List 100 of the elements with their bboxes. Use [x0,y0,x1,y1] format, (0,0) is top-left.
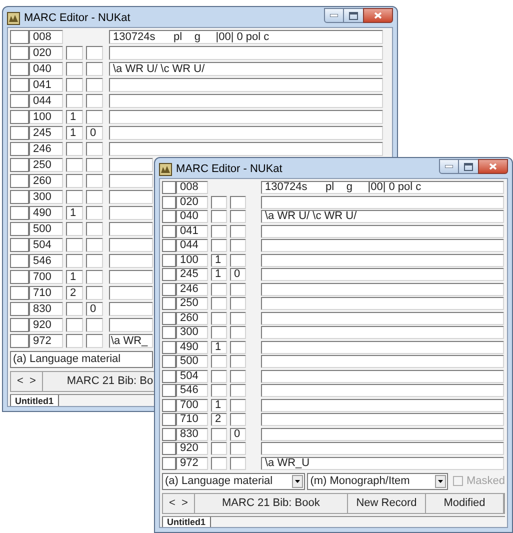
record-type-dropdown[interactable]: (m) Monograph/Item [307,472,448,490]
data-field[interactable] [261,239,504,252]
indicator-field[interactable] [230,370,246,382]
tag-field[interactable]: 041 [176,224,208,238]
indicator-field[interactable] [230,224,246,238]
data-field[interactable] [109,158,153,172]
tag-field[interactable]: 504 [176,370,208,382]
row-marker[interactable] [162,224,176,238]
row-marker[interactable] [162,297,176,310]
indicator-field[interactable] [230,312,246,324]
indicator-field[interactable] [86,174,103,188]
data-field[interactable] [261,297,504,310]
row-marker[interactable] [162,181,176,194]
tag-field[interactable]: 546 [176,384,208,397]
indicator-field[interactable]: 1 [211,254,227,266]
indicator-field[interactable] [211,224,227,238]
indicator-field[interactable] [211,210,227,223]
data-field[interactable] [261,196,504,208]
row-marker[interactable] [10,126,29,140]
row-marker[interactable] [10,238,29,252]
tag-field[interactable]: 100 [29,110,63,124]
indicator-field[interactable] [86,158,103,172]
tag-field[interactable]: 300 [29,190,63,204]
indicator-field[interactable] [211,196,227,208]
data-field[interactable] [261,355,504,368]
indicator-field[interactable] [230,210,246,223]
data-field[interactable]: \a WR_ [109,334,153,348]
document-tab[interactable]: Untitled1 [10,395,59,406]
indicator-field[interactable] [86,46,103,60]
row-marker[interactable] [162,355,176,368]
data-field[interactable] [109,190,153,204]
indicator-field[interactable] [211,456,227,470]
tag-field[interactable]: 260 [176,312,208,324]
tag-field[interactable]: 044 [176,239,208,252]
row-marker[interactable] [10,30,29,44]
row-marker[interactable] [162,210,176,223]
indicator-field[interactable] [66,222,83,236]
row-marker[interactable] [162,254,176,266]
row-marker[interactable] [162,312,176,324]
indicator-field[interactable] [230,326,246,339]
indicator-field[interactable]: 0 [230,428,246,440]
data-field[interactable] [261,384,504,397]
row-marker[interactable] [162,370,176,382]
indicator-field[interactable] [66,62,83,76]
indicator-field[interactable] [66,254,83,268]
indicator-field[interactable] [66,302,83,316]
tag-field[interactable]: 500 [176,355,208,368]
maximize-button[interactable] [459,159,478,174]
data-field[interactable]: \a WR U/ \c WR U/ [261,210,504,223]
row-marker[interactable] [10,174,29,188]
indicator-field[interactable] [86,62,103,76]
close-button[interactable] [478,159,508,174]
indicator-field[interactable]: 1 [66,206,83,220]
indicator-field[interactable] [211,370,227,382]
indicator-field[interactable] [86,254,103,268]
tag-field[interactable]: 008 [176,181,208,194]
indicator-field[interactable] [230,196,246,208]
indicator-field[interactable]: 0 [230,268,246,281]
indicator-field[interactable] [86,318,103,332]
indicator-field[interactable] [211,297,227,310]
row-marker[interactable] [10,110,29,124]
indicator-field[interactable] [86,190,103,204]
tag-field[interactable]: 546 [29,254,63,268]
data-field[interactable] [109,302,153,316]
data-field[interactable]: \a WR_U [261,456,504,470]
data-field[interactable]: \a WR U/ \c WR U/ [109,62,383,76]
indicator-field[interactable] [66,238,83,252]
data-field[interactable] [109,110,383,124]
data-field[interactable] [109,222,153,236]
data-field[interactable] [261,326,504,339]
indicator-field[interactable]: 1 [211,340,227,354]
tag-field[interactable]: 920 [176,442,208,455]
row-marker[interactable] [10,78,29,92]
indicator-field[interactable] [230,456,246,470]
indicator-field[interactable] [211,355,227,368]
row-marker[interactable] [162,340,176,354]
indicator-field[interactable]: 1 [66,110,83,124]
document-tab[interactable]: Untitled1 [162,516,211,527]
previous-button[interactable]: < [169,498,176,508]
data-field[interactable] [261,428,504,440]
indicator-field[interactable] [86,94,103,108]
indicator-field[interactable] [230,282,246,296]
row-marker[interactable] [10,46,29,60]
row-marker[interactable] [162,196,176,208]
data-field[interactable] [261,268,504,281]
row-marker[interactable] [162,428,176,440]
tag-field[interactable]: 100 [176,254,208,266]
tag-field[interactable]: 020 [29,46,63,60]
previous-button[interactable]: < [17,376,24,387]
data-field[interactable] [109,126,383,140]
row-marker[interactable] [10,318,29,332]
indicator-field[interactable] [86,334,103,348]
indicator-field[interactable] [86,270,103,284]
indicator-field[interactable] [211,326,227,339]
data-field[interactable] [261,224,504,238]
row-marker[interactable] [162,326,176,339]
data-field[interactable] [261,370,504,382]
maximize-button[interactable] [344,8,363,23]
indicator-field[interactable] [66,46,83,60]
next-button[interactable]: > [181,498,188,508]
